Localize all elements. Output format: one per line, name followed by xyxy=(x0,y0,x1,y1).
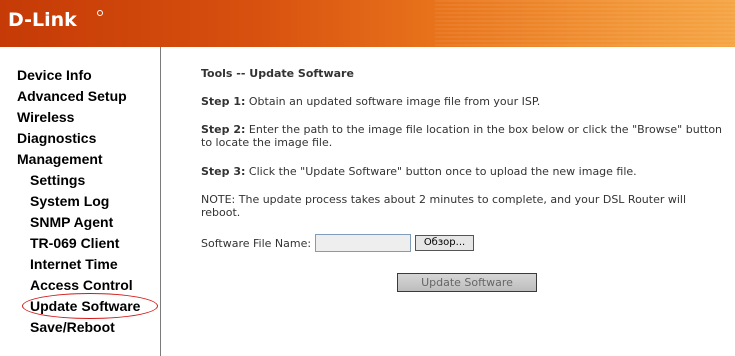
step-1-label: Step 1: xyxy=(201,95,246,108)
header-banner: D-Link xyxy=(0,0,735,47)
sidebar-item-wireless[interactable]: Wireless xyxy=(17,109,74,125)
logo-registered-mark xyxy=(97,10,103,16)
highlight-ellipse xyxy=(22,293,158,319)
software-file-input[interactable] xyxy=(315,234,411,252)
step-3-text: Click the "Update Software" button once … xyxy=(245,165,637,178)
update-software-button[interactable]: Update Software xyxy=(397,273,537,292)
page-title: Tools -- Update Software xyxy=(201,67,354,80)
sidebar-item-diagnostics[interactable]: Diagnostics xyxy=(17,130,96,146)
step-3-label: Step 3: xyxy=(201,165,246,178)
sidebar-item-system-log[interactable]: System Log xyxy=(30,193,109,209)
browse-button[interactable]: Обзор... xyxy=(415,235,474,251)
sidebar-item-tr069-client[interactable]: TR-069 Client xyxy=(30,235,119,251)
step-1-text: Obtain an updated software image file fr… xyxy=(245,95,541,108)
sidebar-item-access-control[interactable]: Access Control xyxy=(30,277,133,293)
sidebar-item-device-info[interactable]: Device Info xyxy=(17,67,92,83)
sidebar-item-settings[interactable]: Settings xyxy=(30,172,85,188)
sidebar-item-management[interactable]: Management xyxy=(17,151,103,167)
sidebar-item-save-reboot[interactable]: Save/Reboot xyxy=(30,319,115,335)
header-stripes xyxy=(435,0,735,47)
step-2: Step 2: Enter the path to the image file… xyxy=(201,123,731,149)
dlink-logo: D-Link xyxy=(8,9,77,31)
sidebar-item-internet-time[interactable]: Internet Time xyxy=(30,256,118,272)
step-2-label: Step 2: xyxy=(201,123,246,136)
step-2-text: Enter the path to the image file locatio… xyxy=(201,123,723,149)
step-1: Step 1: Obtain an updated software image… xyxy=(201,95,540,108)
sidebar-item-snmp-agent[interactable]: SNMP Agent xyxy=(30,214,113,230)
update-note: NOTE: The update process takes about 2 m… xyxy=(201,193,687,219)
sidebar-item-advanced-setup[interactable]: Advanced Setup xyxy=(17,88,127,104)
step-3: Step 3: Click the "Update Software" butt… xyxy=(201,165,637,178)
file-name-label: Software File Name: xyxy=(201,237,312,250)
